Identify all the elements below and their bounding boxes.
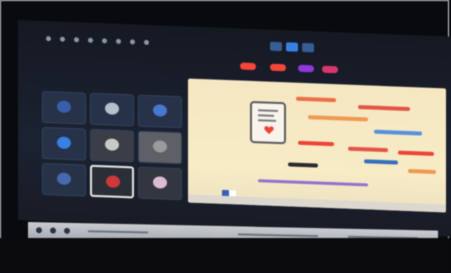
settings-icon[interactable]: [144, 39, 149, 46]
people-icon[interactable]: [130, 39, 135, 45]
avatar-icon: [57, 172, 71, 186]
participant-tile-active[interactable]: [90, 164, 134, 199]
participant-tile[interactable]: [138, 94, 182, 129]
slide-word-bar: [408, 168, 436, 175]
desk-surface: [0, 238, 451, 273]
menu-icon[interactable]: [46, 36, 51, 42]
participant-tile[interactable]: [138, 166, 182, 201]
participant-tile[interactable]: [42, 90, 86, 125]
slide-word-bar: [296, 96, 336, 103]
start-icon[interactable]: [36, 227, 42, 234]
slide-footer: [188, 194, 446, 213]
grid-icon[interactable]: [302, 42, 314, 53]
document-illustration: [250, 100, 286, 145]
video-icon: [153, 176, 167, 189]
video-icon: [106, 175, 120, 188]
status-pill[interactable]: [240, 62, 256, 71]
slide-word-bar: [364, 159, 398, 165]
participant-tile[interactable]: [138, 130, 182, 165]
share-icon[interactable]: [88, 37, 93, 43]
slide-word-bar: [358, 105, 410, 112]
status-pill[interactable]: [322, 65, 338, 74]
participant-tile[interactable]: [42, 126, 86, 161]
camera-icon[interactable]: [60, 36, 65, 42]
slide-word-bar: [288, 162, 318, 168]
slide-word-bar: [398, 150, 434, 156]
taskbar-app[interactable]: [238, 233, 318, 238]
participant-tile[interactable]: [42, 162, 86, 197]
taskbar-app[interactable]: [88, 230, 148, 234]
avatar-icon: [57, 136, 71, 150]
view-icon[interactable]: [270, 41, 282, 52]
mic-icon[interactable]: [74, 37, 79, 43]
heart-icon: [264, 126, 274, 135]
shared-slide: [188, 78, 446, 213]
browser-icon[interactable]: [64, 227, 70, 234]
video-icon: [153, 140, 167, 153]
slide-word-bar: [308, 115, 368, 122]
video-icon: [105, 138, 119, 151]
avatar-icon: [57, 100, 71, 114]
video-icon: [153, 104, 167, 117]
slide-underline: [258, 179, 368, 187]
search-icon[interactable]: [50, 227, 56, 234]
status-pill[interactable]: [298, 64, 314, 73]
record-icon[interactable]: [102, 38, 107, 44]
slide-word-bar: [348, 146, 388, 153]
participant-tile[interactable]: [90, 128, 134, 163]
participant-tile[interactable]: [90, 92, 134, 127]
video-icon: [105, 102, 119, 115]
layout-icon[interactable]: [286, 42, 298, 52]
status-pill[interactable]: [270, 63, 286, 72]
slide-word-bar: [374, 129, 422, 136]
laptop-screen: [18, 20, 451, 237]
chat-icon[interactable]: [116, 38, 121, 44]
slide-word-bar: [298, 140, 334, 147]
